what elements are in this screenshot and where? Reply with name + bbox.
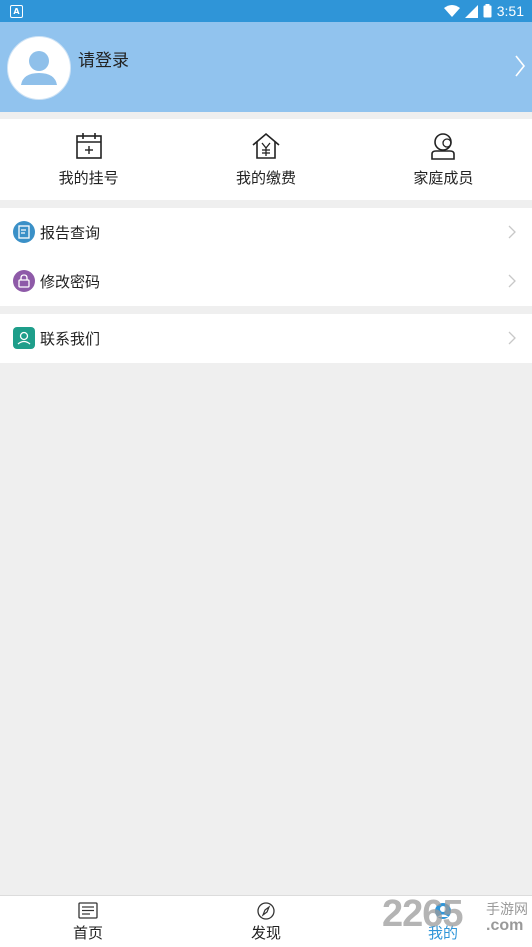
menu-group-account: 报告查询 修改密码 (0, 208, 532, 306)
status-bar: A 3:51 (0, 0, 532, 22)
quick-actions: 我的挂号 我的缴费 家庭成员 (0, 119, 532, 200)
site-watermark: 2265 手游网 .com (382, 893, 532, 943)
menu-item-label: 报告查询 (40, 224, 101, 242)
lock-icon (13, 270, 35, 292)
quick-action-my-payment[interactable]: 我的缴费 (177, 119, 354, 200)
house-yen-icon (252, 132, 280, 159)
menu-item-contact-us[interactable]: 联系我们 (0, 314, 532, 363)
app-notification-icon: A (10, 5, 23, 18)
calendar-add-icon (75, 133, 102, 159)
family-member-icon (431, 133, 456, 160)
menu-item-report-query[interactable]: 报告查询 (0, 208, 532, 257)
chevron-right-icon (508, 274, 516, 288)
user-silhouette-icon (21, 51, 57, 85)
tab-discover[interactable]: 发现 (211, 896, 321, 947)
menu-group-support: 联系我们 (0, 314, 532, 363)
chevron-right-icon (508, 331, 516, 345)
battery-icon (483, 4, 492, 18)
tab-label: 发现 (250, 924, 281, 942)
watermark-domain: .com (486, 917, 524, 934)
chevron-right-icon[interactable] (514, 54, 526, 78)
profile-header[interactable]: 请登录 (0, 22, 532, 112)
quick-action-family-members[interactable]: 家庭成员 (355, 119, 532, 200)
watermark-text: 手游网 (486, 901, 528, 917)
menu-item-label: 联系我们 (40, 330, 101, 348)
login-prompt[interactable]: 请登录 (78, 46, 129, 71)
wifi-icon (443, 4, 460, 17)
tab-label: 首页 (72, 924, 103, 942)
tab-home[interactable]: 首页 (33, 896, 143, 947)
quick-action-label: 家庭成员 (413, 169, 474, 187)
status-indicators: 3:51 (443, 2, 524, 20)
home-news-icon (78, 902, 98, 919)
chevron-right-icon (508, 225, 516, 239)
signal-icon (464, 4, 478, 18)
quick-action-label: 我的挂号 (58, 169, 119, 187)
contact-icon (13, 327, 35, 349)
menu-item-label: 修改密码 (40, 273, 101, 291)
quick-action-label: 我的缴费 (235, 169, 296, 187)
watermark-number: 2265 (382, 893, 464, 935)
clock: 3:51 (496, 3, 524, 19)
quick-action-my-registration[interactable]: 我的挂号 (0, 119, 177, 200)
avatar[interactable] (7, 36, 71, 100)
menu-item-change-password[interactable]: 修改密码 (0, 257, 532, 306)
report-icon (13, 221, 35, 243)
compass-icon (257, 902, 275, 920)
